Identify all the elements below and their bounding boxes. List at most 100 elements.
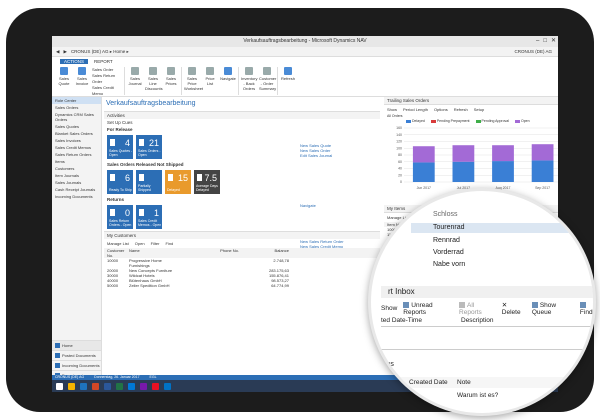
nav-app-icon[interactable] <box>164 382 171 390</box>
nav-item-crm-sales-orders[interactable]: Dynamics CRM Sales Orders <box>52 111 101 123</box>
col-note[interactable]: Note <box>457 377 471 388</box>
nav-item-item-journals[interactable]: Item Journals <box>52 172 101 179</box>
nav-item-customers[interactable]: Customers <box>52 165 101 172</box>
delete-button[interactable]: ✕ Delete <box>502 301 526 316</box>
trailing-sales-orders-header[interactable]: Trailing Sales Orders <box>384 97 558 105</box>
tile-sales-return-orders-open[interactable]: 0 Sales Return Orders - Open <box>107 205 133 229</box>
tile-sales-credit-memos-open[interactable]: 1 Sales Credit Memos - Open <box>136 205 162 229</box>
show-button[interactable]: Show <box>387 107 397 112</box>
customer-order-summary-label: Customer - Order Summary <box>259 76 277 91</box>
table-row[interactable]: 10000 Progressive Home Furnishings 2.748,7… <box>104 258 380 268</box>
magnified-item-row[interactable]: Nabe vorn <box>433 261 465 268</box>
price-list-button[interactable]: Price List <box>202 67 218 86</box>
magnified-inbox-header[interactable]: rt Inbox <box>381 286 593 298</box>
maximize-icon[interactable]: □ <box>543 36 547 47</box>
close-icon[interactable]: ✕ <box>551 36 556 47</box>
outlook-icon[interactable] <box>128 382 135 390</box>
all-reports-button[interactable]: All Reports <box>459 302 496 316</box>
tile-sales-quotes-open[interactable]: 4 Sales Quotes - Open <box>107 135 133 159</box>
magnified-item-row[interactable]: Tourenrad <box>433 224 465 231</box>
show-button[interactable]: Show <box>381 305 397 312</box>
tile-partially-shipped[interactable]: Partially Shipped <box>136 170 162 194</box>
navigate-link[interactable]: Navigate <box>300 203 316 208</box>
filter-button[interactable]: Filter <box>151 241 160 246</box>
sales-return-order-button[interactable]: Sales Return Order <box>92 73 122 85</box>
browser-icon[interactable] <box>80 382 87 390</box>
open-button[interactable]: Open <box>135 241 145 246</box>
setup-button[interactable]: Setup <box>474 107 484 112</box>
nav-item-sales-orders[interactable]: Sales Orders <box>52 104 101 111</box>
inventory-back-orders-button[interactable]: Inventory - Back Orders <box>241 67 257 91</box>
sales-journal-button[interactable]: Sales Journal <box>127 67 143 86</box>
nav-item-blanket-sales-orders[interactable]: Blanket Sales Orders <box>52 130 101 137</box>
sales-quote-button[interactable]: Sales Quote <box>56 67 72 86</box>
refresh-chart-button[interactable]: Refresh <box>454 107 468 112</box>
show-queue-button[interactable]: Show Queue <box>531 302 574 316</box>
nav-incoming-documents-button[interactable]: Incoming Documents <box>52 360 101 370</box>
col-customer-no[interactable]: Customer No. <box>107 248 129 258</box>
tab-report[interactable]: REPORT <box>94 59 113 64</box>
nav-item-role-center[interactable]: Role Center <box>52 97 101 104</box>
sales-invoice-button[interactable]: Sales Invoice <box>74 67 90 86</box>
trailing-sales-chart[interactable]: 020406080100120140160Jun 2017 Jul 2017 Aug… <box>384 124 558 194</box>
minimize-icon[interactable]: – <box>536 36 539 47</box>
new-sales-credit-memo-link[interactable]: New Sales Credit Memo <box>300 244 344 249</box>
magnified-item-row: Schloss <box>433 211 458 218</box>
sales-credit-memo-button[interactable]: Sales Credit Memo <box>92 85 122 97</box>
edit-sales-journal-link[interactable]: Edit Sales Journal <box>300 153 332 158</box>
magnified-item-row[interactable]: Vorderrad <box>433 249 464 256</box>
tab-actions[interactable]: ACTIONS <box>60 58 89 64</box>
sales-line-discounts-button[interactable]: Sales Line Discounts <box>145 67 163 91</box>
col-description[interactable]: Description <box>461 315 494 327</box>
windows-start-icon[interactable] <box>56 382 63 390</box>
unread-reports-button[interactable]: Unread Reports <box>403 302 453 316</box>
word-icon[interactable] <box>104 382 111 390</box>
col-balance[interactable]: Balance <box>239 248 289 258</box>
nav-item-cash-receipt-journals[interactable]: Cash Receipt Journals <box>52 186 101 193</box>
tile-sales-orders-open[interactable]: 21 Sales Orders - Open <box>136 135 162 159</box>
navigate-button[interactable]: Navigate <box>220 67 236 81</box>
find-button[interactable]: Find <box>165 241 173 246</box>
new-list: Sales Order Sales Return Order Sales Cre… <box>92 67 122 97</box>
nav-item-sales-invoices[interactable]: Sales Invoices <box>52 137 101 144</box>
onenote-icon[interactable] <box>140 382 147 390</box>
my-customers-header[interactable]: My Customers <box>104 231 380 239</box>
nav-item-items[interactable]: Items <box>52 158 101 165</box>
back-icon[interactable]: ◀ <box>56 49 59 55</box>
period-length-button[interactable]: Period Length <box>403 107 428 112</box>
app-icon[interactable] <box>152 382 159 390</box>
nav-item-sales-journals[interactable]: Sales Journals <box>52 179 101 186</box>
nav-posted-documents-button[interactable]: Posted Documents <box>52 350 101 360</box>
activities-header[interactable]: Activities <box>104 111 380 119</box>
find-button[interactable]: Find <box>579 301 593 316</box>
tile-average-days-delayed[interactable]: 7.5 Average Days Delayed <box>194 170 220 194</box>
refresh-button[interactable]: Refresh <box>280 67 296 81</box>
magnified-notifications-header[interactable]: ions <box>381 361 394 368</box>
col-created-date[interactable]: Created Date <box>409 377 448 388</box>
tile-delayed[interactable]: 15 Delayed <box>165 170 191 194</box>
options-button[interactable]: Options <box>434 107 448 112</box>
sales-price-worksheet-button[interactable]: Sales Price Worksheet <box>184 67 203 91</box>
file-explorer-icon[interactable] <box>68 382 75 390</box>
magnified-notification-row[interactable]: Warum ist es? <box>457 392 498 399</box>
nav-item-sales-credit-memos[interactable]: Sales Credit Memos <box>52 144 101 151</box>
sales-prices-button[interactable]: Sales Prices <box>163 67 179 86</box>
nav-item-sales-quotes[interactable]: Sales Quotes <box>52 123 101 130</box>
nav-home-button[interactable]: Home <box>52 340 101 350</box>
forward-icon[interactable]: ▶ <box>63 49 66 55</box>
powerpoint-icon[interactable] <box>92 382 99 390</box>
nav-item-sales-return-orders[interactable]: Sales Return Orders <box>52 151 101 158</box>
tile-ready-to-ship[interactable]: 6 Ready To Ship <box>107 170 133 194</box>
magnified-item-row[interactable]: Rennrad <box>433 237 460 244</box>
nav-item-incoming-documents[interactable]: Incoming Documents <box>52 193 101 200</box>
table-row[interactable]: 50000 Zeller Spedition GmbH 64.774,99 <box>104 283 380 288</box>
set-up-cues-button[interactable]: Set Up Cues <box>104 119 380 126</box>
customer-order-summary-button[interactable]: Customer - Order Summary <box>259 67 277 91</box>
price-list-label: Price List <box>205 76 215 86</box>
breadcrumb[interactable]: CRONUS (DE) AG ▸ Home ▸ <box>71 49 129 55</box>
excel-icon[interactable] <box>116 382 123 390</box>
manage-list-button[interactable]: Manage List <box>107 241 129 246</box>
col-name[interactable]: Name <box>129 248 179 258</box>
col-phone[interactable]: Phone No. <box>179 248 239 258</box>
col-created-date-time[interactable]: ted Date-Time <box>381 317 422 324</box>
